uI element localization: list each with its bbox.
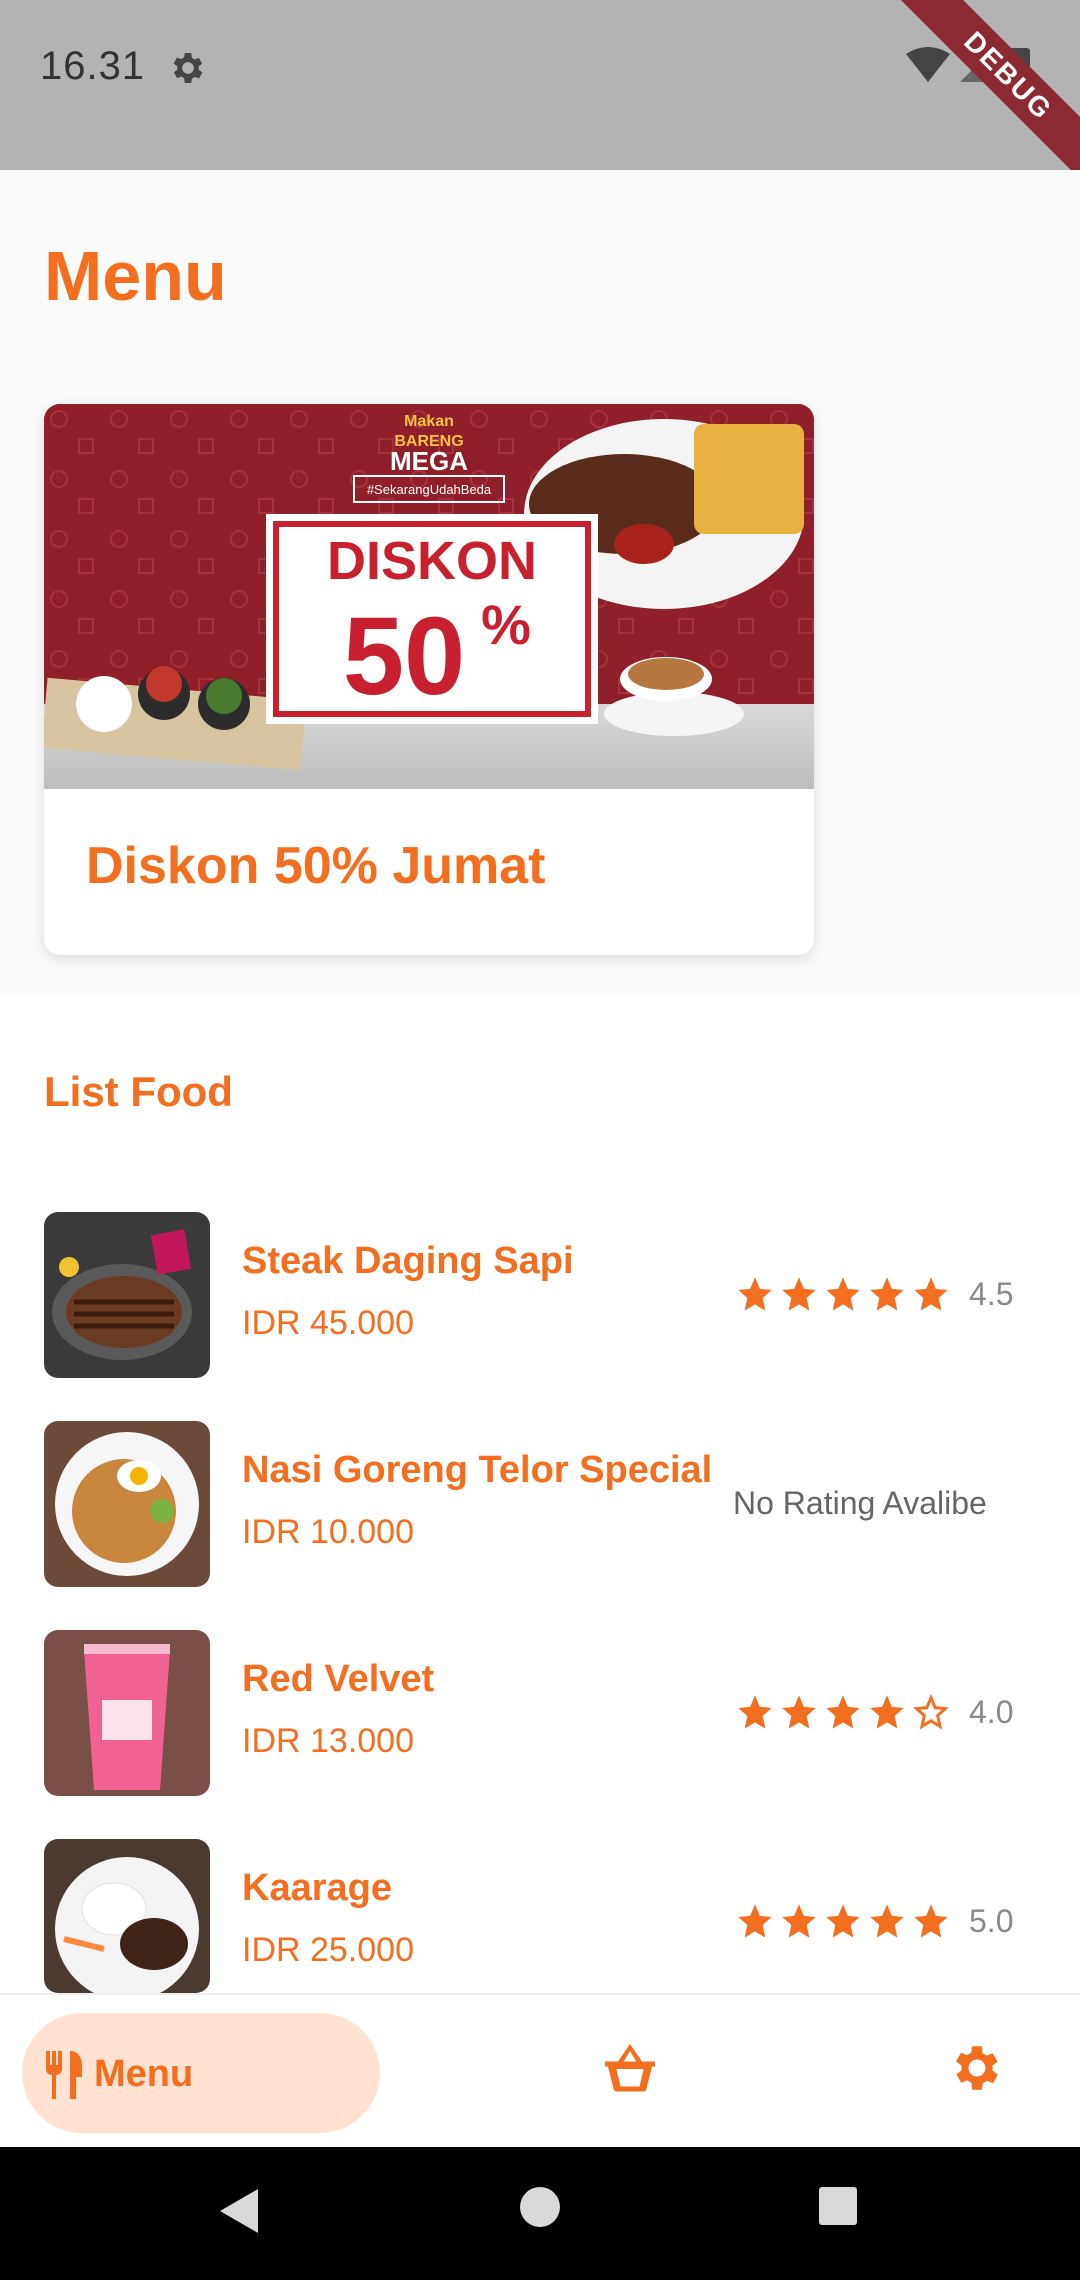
nav-item-menu[interactable]: Menu (22, 2013, 380, 2133)
promo-banner-image: DISKON 50 % Makan BARENG MEGA #SekarangU… (44, 404, 814, 789)
food-rating: 4.5 (735, 1272, 1013, 1316)
food-name: Red Velvet (242, 1658, 435, 1700)
food-price: IDR 45.000 (242, 1304, 414, 1342)
food-price: IDR 25.000 (242, 1931, 414, 1969)
no-rating-text: No Rating Avalibe (733, 1485, 987, 1521)
food-rating: 5.0 (735, 1899, 1013, 1943)
utensils-icon (46, 2051, 82, 2099)
star-filled-icon (782, 1904, 816, 1938)
food-thumbnail (44, 1630, 210, 1796)
rating-value: 4.0 (969, 1693, 1014, 1730)
food-price: IDR 10.000 (242, 1513, 414, 1551)
home-icon[interactable] (518, 2185, 562, 2229)
food-name: Steak Daging Sapi (242, 1240, 574, 1282)
star-filled-icon (914, 1904, 948, 1938)
food-item[interactable]: Nasi Goreng Telor Special IDR 10.000 No … (0, 1421, 1080, 1587)
nav-menu-label: Menu (94, 2053, 194, 2095)
banner-hashtag: #SekarangUdahBeda (367, 482, 492, 497)
food-item[interactable]: Kaarage IDR 25.000 5.0 (0, 1839, 1080, 2005)
star-filled-icon (870, 1277, 904, 1311)
promo-title: Diskon 50% Jumat (86, 837, 546, 895)
star-filled-icon (826, 1277, 860, 1311)
page-title: Menu (44, 237, 227, 315)
star-filled-icon (782, 1695, 816, 1729)
banner-percent: 50 (343, 595, 465, 718)
star-filled-icon (738, 1904, 772, 1938)
food-rating: 4.0 (735, 1690, 1013, 1734)
star-filled-icon (826, 1904, 860, 1938)
banner-headline: DISKON (327, 531, 537, 591)
food-thumbnail (44, 1212, 210, 1378)
list-heading: List Food (44, 1068, 233, 1115)
star-filled-icon (738, 1277, 772, 1311)
star-filled-icon (870, 1695, 904, 1729)
food-item[interactable]: Red Velvet IDR 13.000 4.0 (0, 1630, 1080, 1796)
banner-brand-bottom: MEGA (390, 446, 468, 476)
basket-icon[interactable] (600, 2039, 660, 2099)
back-icon[interactable] (216, 2185, 262, 2237)
system-navigation-bar (0, 2147, 1080, 2280)
food-thumbnail (44, 1421, 210, 1587)
status-bar: 16.31 DEBUG (0, 0, 1080, 170)
promo-card[interactable]: DISKON 50 % Makan BARENG MEGA #SekarangU… (44, 404, 814, 955)
food-name: Kaarage (242, 1867, 392, 1909)
food-item[interactable]: Steak Daging Sapi IDR 45.000 4.5 (0, 1212, 1080, 1378)
food-price: IDR 13.000 (242, 1722, 414, 1760)
star-filled-icon (738, 1695, 772, 1729)
banner-percent-sign: % (481, 593, 531, 656)
recents-icon[interactable] (817, 2185, 859, 2227)
food-list-section: List Food Steak Daging Sapi IDR 45.000 4… (0, 996, 1080, 1996)
rating-value: 5.0 (969, 1902, 1014, 1939)
bottom-navigation: Menu (0, 1993, 1080, 2147)
food-thumbnail (44, 1839, 210, 1993)
star-filled-icon (826, 1695, 860, 1729)
promo-banner-art: DISKON 50 % Makan BARENG MEGA #SekarangU… (44, 404, 814, 789)
star-filled-icon (782, 1277, 816, 1311)
settings-status-icon (173, 53, 203, 83)
gear-icon[interactable] (948, 2039, 1006, 2097)
rating-value: 4.5 (969, 1275, 1014, 1312)
banner-brand-top: Makan (404, 413, 454, 430)
status-time: 16.31 (40, 44, 146, 88)
food-name: Nasi Goreng Telor Special (242, 1449, 713, 1491)
star-outline-icon (913, 1693, 949, 1730)
star-filled-icon (870, 1904, 904, 1938)
star-filled-icon (914, 1277, 948, 1311)
